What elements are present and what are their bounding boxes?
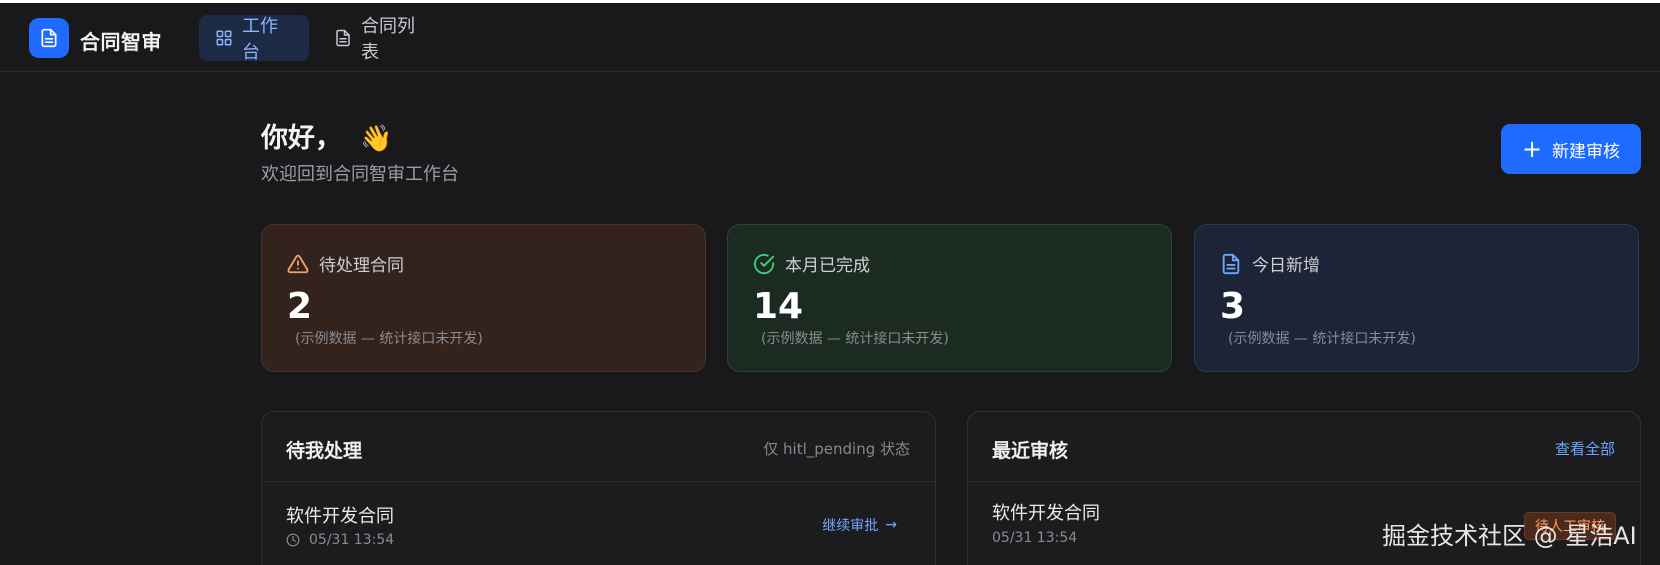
continue-review-link[interactable]: 继续审批 → <box>822 515 897 535</box>
document-icon <box>334 29 352 47</box>
todo-item-title[interactable]: 软件开发合同 <box>286 502 394 528</box>
panel-divider <box>968 481 1640 482</box>
greeting-text: 你好， <box>261 123 342 154</box>
top-nav-bar: 合同智审 工作台 合同列表 <box>0 3 1660 72</box>
grid-icon <box>215 29 233 47</box>
warning-icon <box>287 253 309 275</box>
stat-header: 今日新增 <box>1220 251 1320 276</box>
stat-card-new-today: 今日新增 3 (示例数据 — 统计接口未开发) <box>1194 224 1639 372</box>
stat-card-completed: 本月已完成 14 (示例数据 — 统计接口未开发) <box>727 224 1172 372</box>
panel-title: 最近审核 <box>992 440 1069 462</box>
new-review-button[interactable]: + 新建审核 <box>1501 124 1641 174</box>
stat-label: 待处理合同 <box>319 256 404 276</box>
recent-item-time: 05/31 13:54 <box>992 530 1078 546</box>
tab-label: 工作台 <box>242 16 278 63</box>
document-icon <box>1220 253 1242 275</box>
clock-icon <box>286 533 300 547</box>
stat-header: 待处理合同 <box>287 251 404 276</box>
panel-title: 待我处理 <box>286 440 363 462</box>
watermark: 掘金技术社区 @ 星浩AI <box>1382 522 1637 550</box>
todo-panel: 待我处理 仅 hitl_pending 状态 软件开发合同 05/31 13:5… <box>261 411 936 565</box>
stat-note: (示例数据 — 统计接口未开发) <box>295 331 483 347</box>
stat-card-pending: 待处理合同 2 (示例数据 — 统计接口未开发) <box>261 224 706 372</box>
greeting-subtitle: 欢迎回到合同智审工作台 <box>261 164 459 185</box>
tab-label: 合同列表 <box>361 16 415 63</box>
check-circle-icon <box>753 253 775 275</box>
stat-value: 3 <box>1220 286 1246 327</box>
arrow-right-icon: → <box>885 517 897 533</box>
stat-label: 本月已完成 <box>785 256 870 276</box>
tab-contract-list[interactable]: 合同列表 <box>318 15 448 63</box>
recent-item-title[interactable]: 软件开发合同 <box>992 499 1100 525</box>
panel-hint: 仅 hitl_pending 状态 <box>763 440 910 458</box>
stat-header: 本月已完成 <box>753 251 870 276</box>
tab-workbench[interactable]: 工作台 <box>199 15 309 63</box>
stat-note: (示例数据 — 统计接口未开发) <box>761 331 949 347</box>
todo-item-time: 05/31 13:54 <box>286 532 394 548</box>
new-review-label: 新建审核 <box>1552 141 1621 162</box>
plus-icon: + <box>1521 135 1543 163</box>
wave-icon: 👋 <box>360 124 393 154</box>
greeting-title: 你好， 👋 <box>261 116 392 155</box>
stat-value: 2 <box>287 286 313 327</box>
continue-label: 继续审批 <box>822 518 879 534</box>
document-icon <box>41 28 57 48</box>
stat-label: 今日新增 <box>1252 256 1320 276</box>
view-all-link[interactable]: 查看全部 <box>1555 438 1615 459</box>
panel-divider <box>262 481 935 482</box>
stat-note: (示例数据 — 统计接口未开发) <box>1228 331 1416 347</box>
app-logo[interactable] <box>29 18 69 58</box>
time-text: 05/31 13:54 <box>309 532 395 548</box>
app-title: 合同智审 <box>80 30 162 54</box>
stat-value: 14 <box>753 286 804 327</box>
